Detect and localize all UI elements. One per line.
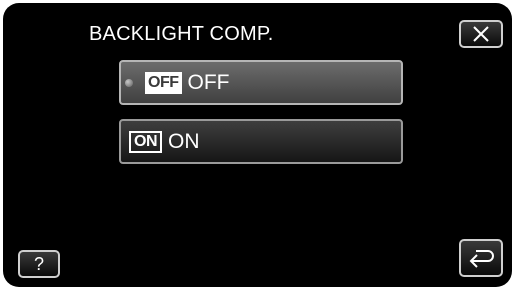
help-label: ?: [33, 253, 44, 274]
help-button[interactable]: ?: [18, 250, 60, 278]
close-icon: [473, 26, 489, 42]
option-on-button[interactable]: ON ON: [119, 119, 403, 164]
return-arrow-icon: [469, 250, 494, 268]
option-on-label: ON: [168, 129, 200, 153]
back-button[interactable]: [459, 239, 503, 277]
on-badge-icon: ON: [129, 130, 162, 153]
camera-menu-screen: BACKLIGHT COMP. OFF OFF ON ON ?: [3, 3, 512, 287]
off-badge-icon: OFF: [145, 71, 182, 94]
option-off-label: OFF: [187, 70, 230, 94]
close-button[interactable]: [459, 20, 503, 48]
page-title: BACKLIGHT COMP.: [89, 23, 274, 45]
option-off-button[interactable]: OFF OFF: [119, 60, 403, 105]
selected-indicator-icon: [125, 79, 133, 87]
